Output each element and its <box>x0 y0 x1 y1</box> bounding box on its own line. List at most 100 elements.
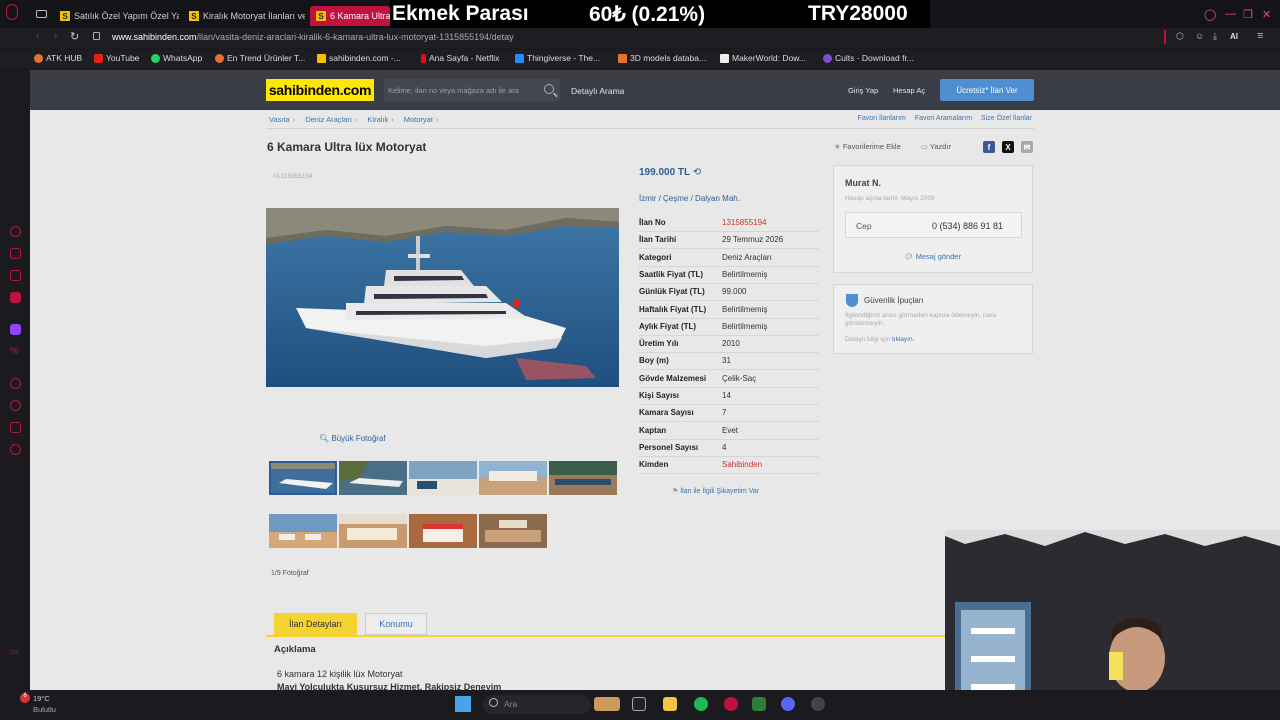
detail-value[interactable]: Sahibinden <box>722 460 762 469</box>
detail-value: 99.000 <box>722 287 747 297</box>
task-view-icon[interactable] <box>632 697 646 711</box>
send-message-link[interactable]: 💬︎ Mesaj gönder <box>904 252 961 261</box>
site-logo[interactable]: sahibinden.com <box>266 79 374 101</box>
photo-thumbnail[interactable] <box>269 514 337 548</box>
x-share-icon[interactable]: X <box>1002 141 1014 153</box>
file-explorer-icon[interactable] <box>663 697 677 711</box>
add-favorites-link[interactable]: Favorilerime Ekle <box>843 142 901 151</box>
photo-thumbnail[interactable] <box>339 461 407 495</box>
history-icon[interactable] <box>10 400 21 411</box>
big-photo-label: Büyük Fotoğraf <box>331 434 386 443</box>
browser-tab-2[interactable]: S Kiralık Motoryat İlanları ve <box>183 6 305 26</box>
start-icon[interactable] <box>455 696 471 712</box>
profile-icon[interactable]: ☺ <box>1195 31 1204 41</box>
email-share-icon[interactable]: ✉ <box>1021 141 1033 153</box>
maximize-icon[interactable]: ❐ <box>1243 8 1253 21</box>
download-icon[interactable]: ⤓ <box>1213 31 1217 42</box>
play-icon[interactable] <box>10 378 21 389</box>
forward-icon[interactable]: › <box>54 31 57 42</box>
photo-thumbnail[interactable] <box>339 514 407 548</box>
bookmark-youtube[interactable]: YouTube <box>94 53 139 63</box>
report-listing-link[interactable]: ⚑ İlan ile İlgili Şikayetim Var <box>672 487 759 495</box>
breadcrumb-item[interactable]: Deniz Araçları <box>305 115 357 124</box>
tab-location[interactable]: Konumu <box>365 613 427 635</box>
twitch-icon[interactable] <box>10 324 21 335</box>
login-link[interactable]: Giriş Yap <box>848 86 878 95</box>
register-link[interactable]: Hesap Aç <box>893 86 925 95</box>
minimize-icon[interactable]: — <box>1225 8 1236 20</box>
weather-temp[interactable]: 19°C <box>33 694 50 703</box>
app-icon[interactable] <box>752 697 766 711</box>
bag-icon[interactable] <box>10 248 21 259</box>
detail-value[interactable]: 1315855194 <box>722 218 767 227</box>
search-icon[interactable] <box>544 84 554 94</box>
bookmark-netflix[interactable]: Ana Sayfa - Netflix <box>421 53 499 63</box>
url-domain: www.sahibinden.com <box>112 32 197 42</box>
gx-icon[interactable]: GX <box>10 650 19 656</box>
main-photo[interactable] <box>266 208 619 387</box>
photo-thumbnail[interactable] <box>549 461 617 495</box>
photo-thumbnail[interactable] <box>409 461 477 495</box>
messenger-icon[interactable] <box>10 292 21 303</box>
close-icon[interactable]: ✕ <box>1262 8 1271 21</box>
location-city[interactable]: İzmir <box>639 194 656 203</box>
search-tabs-icon[interactable]: ◯ <box>1204 8 1216 21</box>
special-listings-link[interactable]: Size Özel İlanlar <box>981 115 1032 122</box>
bookmark-3d-models[interactable]: 3D models databa... <box>618 53 706 63</box>
safety-more-link[interactable]: tıklayın. <box>892 336 914 343</box>
big-photo-link[interactable]: 🔍︎ Büyük Fotoğraf <box>319 434 386 443</box>
photo-thumbnail[interactable] <box>409 514 477 548</box>
bookmark-cults[interactable]: Cults · Download fr... <box>823 53 914 63</box>
reload-icon[interactable]: ↻ <box>70 30 79 43</box>
extension-icon[interactable]: ⬡ <box>1176 31 1184 42</box>
detailed-search-link[interactable]: Detaylı Arama <box>571 86 624 96</box>
thumbnail-image <box>339 461 407 495</box>
phone-number[interactable]: 0 (534) 886 91 81 <box>932 221 1003 231</box>
bookmark-en-trend[interactable]: En Trend Ürünler T... <box>215 53 305 63</box>
browser-tab-1[interactable]: S Satılık Özel Yapım Özel Yap <box>54 6 179 26</box>
url-field[interactable]: www.sahibinden.com/ilan/vasita-deniz-ara… <box>112 32 514 42</box>
bookmark-makerworld[interactable]: MakerWorld: Dow... <box>720 53 806 63</box>
ai-button[interactable]: AI <box>1230 32 1238 41</box>
back-icon[interactable]: ‹ <box>36 31 39 42</box>
percent-icon[interactable]: % <box>10 346 21 357</box>
favorite-listings-link[interactable]: Favori İlanlarım <box>858 115 906 122</box>
photo-thumbnail[interactable] <box>269 461 337 495</box>
breadcrumb-item[interactable]: Kiralık <box>367 115 393 124</box>
facebook-share-icon[interactable]: f <box>983 141 995 153</box>
settings-icon[interactable] <box>10 444 21 455</box>
bookmarks-bar: ATK HUB YouTube WhatsApp En Trend Ürünle… <box>0 50 1280 68</box>
location-neighborhood[interactable]: Dalyan Mah. <box>695 194 740 203</box>
seller-name[interactable]: Murat N. <box>845 178 881 188</box>
speed-dial-icon[interactable] <box>10 226 21 237</box>
search-input[interactable] <box>388 83 538 97</box>
price-history-icon[interactable]: ⟲ <box>693 167 701 178</box>
post-ad-button[interactable]: Ücretsiz* İlan Ver <box>940 79 1034 101</box>
print-link[interactable]: Yazdır <box>930 142 951 151</box>
bookmark-sahibinden[interactable]: sahibinden.com -... <box>317 53 401 63</box>
tab-overview-icon[interactable] <box>36 10 47 18</box>
browser-menu-icon[interactable] <box>6 4 18 20</box>
favorite-searches-link[interactable]: Favori Aramalarım <box>915 115 972 122</box>
location-district[interactable]: Çeşme <box>663 194 688 203</box>
browser-tab-active[interactable]: S 6 Kamara Ultra <box>310 6 390 26</box>
extensions-icon[interactable] <box>10 422 21 433</box>
tab-listing-details[interactable]: İlan Detayları <box>274 613 357 635</box>
photo-thumbnail[interactable] <box>479 461 547 495</box>
breadcrumb-item[interactable]: Vasıta <box>269 115 295 124</box>
menu-icon[interactable]: ≡ <box>1257 30 1263 42</box>
detail-value: Çelik-Saç <box>722 373 757 383</box>
app-icon[interactable] <box>811 697 825 711</box>
widget-icon[interactable] <box>594 697 620 711</box>
spotify-icon[interactable] <box>694 697 708 711</box>
detail-key: İlan No <box>639 218 666 227</box>
opera-gx-icon[interactable] <box>724 697 738 711</box>
breadcrumb-item[interactable]: Motoryat <box>404 115 439 124</box>
bookmark-thingiverse[interactable]: Thingiverse - The... <box>515 53 600 63</box>
bookmark-whatsapp[interactable]: WhatsApp <box>151 53 202 63</box>
discord-icon[interactable] <box>781 697 795 711</box>
taskbar-search[interactable]: Ara <box>483 695 591 714</box>
photo-thumbnail[interactable] <box>479 514 547 548</box>
bookmark-atk-hub[interactable]: ATK HUB <box>34 53 82 63</box>
gamepad-icon[interactable] <box>10 270 21 281</box>
